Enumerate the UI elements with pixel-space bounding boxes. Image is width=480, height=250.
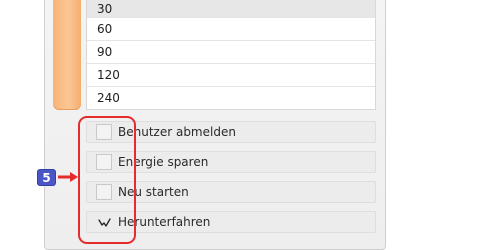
red-highlight-outline: [78, 116, 136, 244]
time-list-item[interactable]: 120: [87, 64, 375, 87]
screenshot-stage: 30 60 90 120 240 Benutzer abmelden Energ…: [0, 0, 480, 250]
time-list-item[interactable]: 30: [87, 0, 375, 18]
time-list-item[interactable]: 60: [87, 18, 375, 41]
orange-sidebar-bar: [53, 0, 81, 110]
time-list-item[interactable]: 90: [87, 41, 375, 64]
time-value-list: 30 60 90 120 240: [86, 0, 376, 110]
step-number-badge: 5: [37, 169, 56, 186]
time-list-item[interactable]: 240: [87, 87, 375, 110]
red-arrow-icon: [58, 172, 78, 182]
